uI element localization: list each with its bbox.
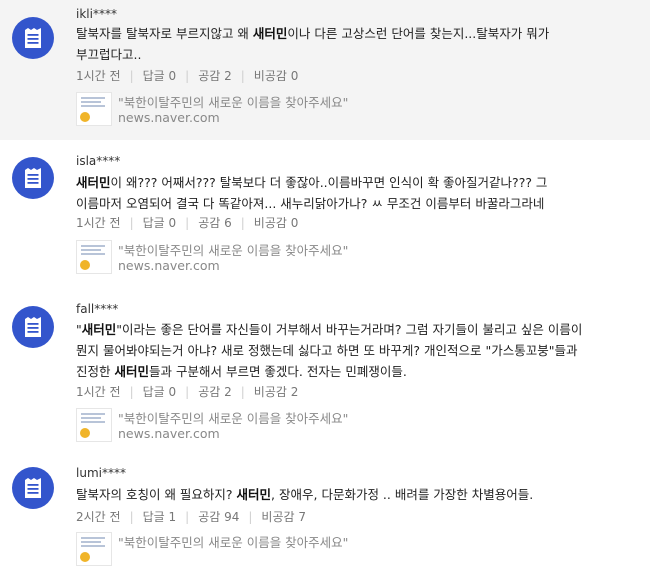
divider: | bbox=[129, 216, 134, 230]
comment-text-part: 이 왜??? 어째서??? 탈북보다 더 좋잖아..이름바꾸면 인식이 확 좋아… bbox=[76, 175, 548, 211]
divider: | bbox=[240, 69, 245, 83]
comment-username[interactable]: fall**** bbox=[76, 302, 118, 316]
comment-item: lumi**** 탈북자의 호칭이 왜 필요하지? 새터민, 장애우, 다문화가… bbox=[0, 456, 650, 566]
comment-time: 2시간 전 bbox=[76, 510, 121, 524]
comment-body: 탈북자의 호칭이 왜 필요하지? 새터민, 장애우, 다문화가정 .. 배려를 … bbox=[76, 484, 596, 505]
comment-time: 1시간 전 bbox=[76, 216, 121, 230]
dislike-button[interactable]: 비공감 2 bbox=[254, 385, 299, 399]
article-thumbnail bbox=[76, 408, 112, 442]
divider: | bbox=[185, 69, 190, 83]
divider: | bbox=[185, 385, 190, 399]
reply-button[interactable]: 답글 0 bbox=[143, 385, 177, 399]
article-thumbnail bbox=[76, 240, 112, 274]
article-domain: news.naver.com bbox=[118, 258, 220, 273]
article-link[interactable]: "북한이탈주민의 새로운 이름을 찾아주세요" news.naver.com bbox=[76, 408, 436, 444]
comment-keyword: 새터민 bbox=[252, 26, 288, 41]
divider: | bbox=[129, 385, 134, 399]
comment-item: isla**** 새터민이 왜??? 어째서??? 탈북보다 더 좋잖아..이름… bbox=[0, 140, 650, 280]
dislike-button[interactable]: 비공감 0 bbox=[254, 216, 299, 230]
divider: | bbox=[185, 510, 190, 524]
article-link[interactable]: "북한이탈주민의 새로운 이름을 찾아주세요" bbox=[76, 532, 436, 568]
comment-meta: 1시간 전 | 답글 0 | 공감 2 | 비공감 2 bbox=[76, 383, 298, 400]
avatar[interactable] bbox=[12, 157, 54, 199]
comment-body: 새터민이 왜??? 어째서??? 탈북보다 더 좋잖아..이름바꾸면 인식이 확… bbox=[76, 172, 596, 214]
article-link[interactable]: "북한이탈주민의 새로운 이름을 찾아주세요" news.naver.com bbox=[76, 240, 436, 276]
news-avatar-icon bbox=[25, 317, 41, 337]
divider: | bbox=[185, 216, 190, 230]
article-title[interactable]: "북한이탈주민의 새로운 이름을 찾아주세요" bbox=[118, 92, 348, 111]
news-avatar-icon bbox=[25, 478, 41, 498]
comment-keyword: 새터민 bbox=[76, 175, 111, 190]
comment-username[interactable]: ikli**** bbox=[76, 7, 117, 21]
avatar[interactable] bbox=[12, 467, 54, 509]
article-domain: news.naver.com bbox=[118, 110, 220, 125]
comment-text-part: 탈북자를 탈북자로 부르지않고 왜 bbox=[76, 26, 253, 41]
comment-keyword: 새터민 bbox=[81, 322, 117, 337]
avatar[interactable] bbox=[12, 17, 54, 59]
article-title[interactable]: "북한이탈주민의 새로운 이름을 찾아주세요" bbox=[118, 240, 348, 259]
comment-username[interactable]: lumi**** bbox=[76, 466, 126, 480]
comment-item: fall**** "새터민"이라는 좋은 단어를 자신들이 거부해서 바꾸는거라… bbox=[0, 288, 650, 456]
article-title[interactable]: "북한이탈주민의 새로운 이름을 찾아주세요" bbox=[118, 532, 348, 551]
divider: | bbox=[248, 510, 253, 524]
divider: | bbox=[240, 385, 245, 399]
like-button[interactable]: 공감 94 bbox=[198, 510, 239, 524]
divider: | bbox=[129, 69, 134, 83]
article-thumbnail bbox=[76, 92, 112, 126]
news-avatar-icon bbox=[25, 168, 41, 188]
comment-item: ikli**** 탈북자를 탈북자로 부르지않고 왜 새터민이나 다른 고상스런… bbox=[0, 0, 650, 140]
reply-button[interactable]: 답글 0 bbox=[143, 69, 177, 83]
comment-text-part: 들과 구분해서 부르면 좋겠다. 전자는 민폐쟁이들. bbox=[149, 364, 407, 379]
article-domain: news.naver.com bbox=[118, 426, 220, 441]
like-button[interactable]: 공감 2 bbox=[198, 385, 232, 399]
dislike-button[interactable]: 비공감 0 bbox=[254, 69, 299, 83]
comment-body: "새터민"이라는 좋은 단어를 자신들이 거부해서 바꾸는거라며? 그럼 자기들… bbox=[76, 319, 596, 382]
like-button[interactable]: 공감 2 bbox=[198, 69, 232, 83]
divider: | bbox=[129, 510, 134, 524]
reply-button[interactable]: 답글 1 bbox=[143, 510, 177, 524]
article-thumbnail bbox=[76, 532, 112, 566]
article-link[interactable]: "북한이탈주민의 새로운 이름을 찾아주세요" news.naver.com bbox=[76, 92, 436, 128]
comment-text-part: , 장애우, 다문화가정 .. 배려를 가장한 차별용어들. bbox=[271, 487, 534, 502]
article-title[interactable]: "북한이탈주민의 새로운 이름을 찾아주세요" bbox=[118, 408, 348, 427]
divider: | bbox=[240, 216, 245, 230]
comment-meta: 2시간 전 | 답글 1 | 공감 94 | 비공감 7 bbox=[76, 508, 306, 525]
comment-body: 탈북자를 탈북자로 부르지않고 왜 새터민이나 다른 고상스런 단어를 찾는지.… bbox=[76, 23, 596, 65]
comment-time: 1시간 전 bbox=[76, 69, 121, 83]
like-button[interactable]: 공감 6 bbox=[198, 216, 232, 230]
comment-username[interactable]: isla**** bbox=[76, 154, 120, 168]
avatar[interactable] bbox=[12, 306, 54, 348]
reply-button[interactable]: 답글 0 bbox=[143, 216, 177, 230]
comment-keyword: 새터민 bbox=[236, 487, 272, 502]
comment-text-part: 탈북자의 호칭이 왜 필요하지? bbox=[76, 487, 237, 502]
comment-keyword: 새터민 bbox=[114, 364, 149, 379]
news-avatar-icon bbox=[25, 28, 41, 48]
comment-time: 1시간 전 bbox=[76, 385, 121, 399]
comment-meta: 1시간 전 | 답글 0 | 공감 6 | 비공감 0 bbox=[76, 214, 298, 231]
dislike-button[interactable]: 비공감 7 bbox=[261, 510, 306, 524]
comment-meta: 1시간 전 | 답글 0 | 공감 2 | 비공감 0 bbox=[76, 67, 298, 84]
